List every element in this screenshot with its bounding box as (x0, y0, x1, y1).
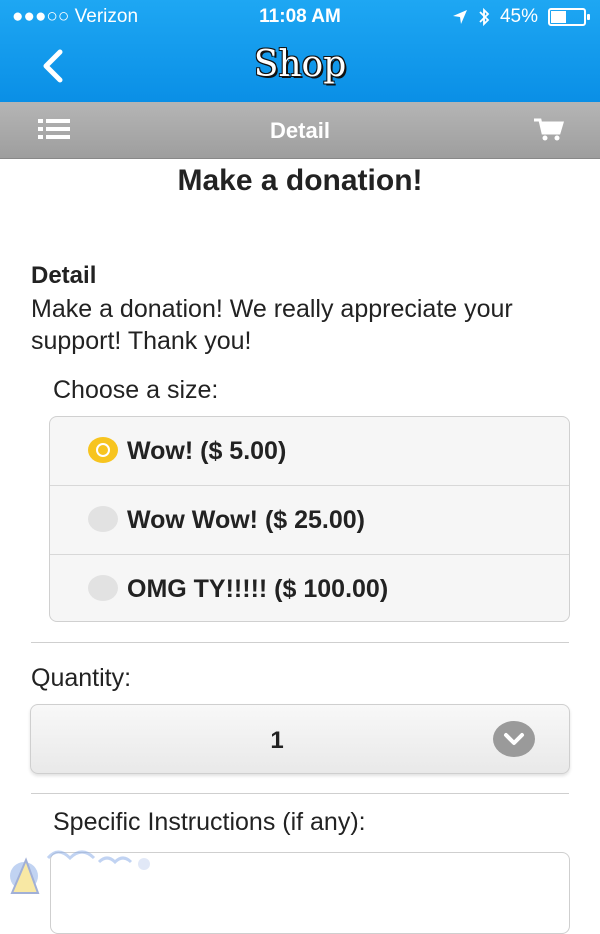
product-heading: Make a donation! (177, 164, 423, 197)
status-right: 45% (452, 6, 590, 28)
divider (31, 793, 569, 794)
size-option-label: Wow! ($ 5.00) (127, 437, 287, 465)
detail-description: Make a donation! We really appreciate yo… (31, 295, 513, 355)
radio-selected-icon[interactable] (88, 437, 118, 463)
subbar-title: Detail (270, 118, 330, 143)
detail-label: Detail (31, 262, 97, 289)
cart-icon (534, 118, 565, 141)
size-label: Choose a size: (53, 376, 219, 404)
size-option-100[interactable]: OMG TY!!!!! ($ 100.00) (50, 555, 569, 621)
page-title: Shop (253, 44, 347, 85)
size-option-label: OMG TY!!!!! ($ 100.00) (127, 575, 389, 603)
cart-button[interactable] (534, 118, 565, 147)
sub-toolbar: Detail (0, 102, 600, 159)
radio-unselected-icon[interactable] (88, 575, 118, 601)
size-option-label: Wow Wow! ($ 25.00) (127, 506, 366, 534)
battery-percent: 45% (499, 6, 538, 27)
status-bar: ●●●○○ Verizon 11:08 AM 45% (0, 0, 600, 34)
divider (31, 642, 569, 643)
size-options: Wow! ($ 5.00) Wow Wow! ($ 25.00) OMG TY!… (49, 416, 570, 622)
battery-icon (548, 8, 590, 26)
instructions-label: Specific Instructions (if any): (53, 808, 366, 836)
chevron-down-icon (493, 721, 535, 757)
location-arrow-icon (452, 10, 467, 24)
quantity-select[interactable]: 1 (30, 704, 570, 774)
size-option-5[interactable]: Wow! ($ 5.00) (50, 417, 569, 486)
bluetooth-icon (479, 7, 490, 27)
size-option-25[interactable]: Wow Wow! ($ 25.00) (50, 486, 569, 555)
watermark-logo (10, 850, 150, 894)
app-header: ●●●○○ Verizon 11:08 AM 45% Shop (0, 0, 600, 102)
quantity-value: 1 (270, 727, 284, 754)
radio-unselected-icon[interactable] (88, 506, 118, 532)
quantity-label: Quantity: (31, 664, 132, 692)
